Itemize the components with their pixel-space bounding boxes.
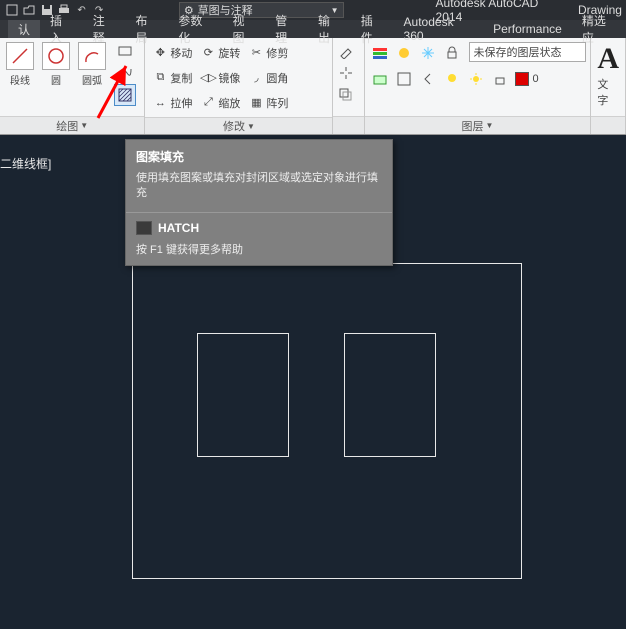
line-label: 段线	[10, 72, 30, 87]
tab-insert[interactable]: 插入	[40, 20, 83, 38]
circle-label: 圆	[51, 72, 61, 87]
explode-icon[interactable]	[335, 62, 357, 84]
tooltip-help: 按 F1 键获得更多帮助	[136, 241, 382, 257]
modify-panel: ✥移动 ⟳旋转 ✂修剪 ⧉复制 ◁▷镜像 ◞圆角 ↔拉伸 ⤢缩放 ▦阵列 修改▼	[145, 38, 333, 134]
trim-icon: ✂	[248, 45, 264, 61]
arc-label: 圆弧	[82, 72, 102, 87]
text-label: 文字	[597, 76, 619, 108]
stretch-icon: ↔	[152, 95, 168, 111]
move-icon: ✥	[152, 45, 168, 61]
erase-icon[interactable]	[335, 40, 357, 62]
fillet-icon: ◞	[248, 70, 264, 86]
spline-icon[interactable]	[114, 62, 136, 84]
tab-layout[interactable]: 布局	[126, 20, 169, 38]
scale-icon: ⤢	[200, 95, 216, 111]
inner-rectangle-left	[197, 333, 289, 457]
layer-lock-icon[interactable]	[441, 42, 463, 64]
outer-rectangle	[132, 263, 522, 579]
qat-undo-icon[interactable]: ↶	[74, 2, 89, 18]
copy-button[interactable]: ⧉复制	[149, 67, 195, 89]
qat-open-icon[interactable]	[21, 2, 36, 18]
array-button[interactable]: ▦阵列	[245, 92, 291, 114]
sun-icon[interactable]	[465, 68, 487, 90]
command-icon	[136, 221, 152, 235]
layer-state-dropdown[interactable]: 未保存的图层状态	[469, 42, 587, 62]
layer-properties-icon[interactable]	[369, 42, 391, 64]
tooltip-command: HATCH	[158, 221, 199, 235]
layer-color-swatch[interactable]	[515, 72, 529, 86]
trim-button[interactable]: ✂修剪	[245, 42, 291, 64]
layers-panel: 未保存的图层状态 0 图层▼	[365, 38, 592, 134]
qat-new-icon[interactable]	[4, 2, 19, 18]
draw-panel: 段线 圆 圆弧 绘图▼	[0, 38, 145, 134]
layer-off-icon[interactable]	[393, 42, 415, 64]
tab-manage[interactable]: 管理	[265, 20, 308, 38]
move-button[interactable]: ✥移动	[149, 42, 195, 64]
tab-featured[interactable]: 精选应	[572, 20, 626, 38]
rotate-button[interactable]: ⟳旋转	[197, 42, 243, 64]
hatch-button[interactable]	[114, 84, 136, 106]
layer-freeze-icon[interactable]	[417, 42, 439, 64]
layer-iso-icon[interactable]	[369, 68, 391, 90]
tab-performance[interactable]: Performance	[483, 20, 572, 38]
view-style-label: 二维线框]	[0, 155, 51, 172]
fillet-button[interactable]: ◞圆角	[245, 67, 291, 89]
tab-view[interactable]: 视图	[222, 20, 265, 38]
modify-right-strip	[333, 38, 364, 134]
hatch-tooltip: 图案填充 使用填充图案或填充对封闭区域或选定对象进行填充 HATCH 按 F1 …	[125, 139, 393, 266]
array-icon: ▦	[248, 95, 264, 111]
tab-a360[interactable]: Autodesk 360	[394, 20, 484, 38]
chevron-down-icon: ▼	[485, 121, 493, 130]
tooltip-description: 使用填充图案或填充对封闭区域或选定对象进行填充	[136, 171, 382, 202]
layer-zero-label: 0	[533, 73, 539, 85]
modify-panel-title[interactable]: 修改▼	[145, 117, 332, 134]
tab-annotate[interactable]: 注释	[83, 20, 126, 38]
ribbon: 段线 圆 圆弧 绘图▼	[0, 38, 626, 135]
tab-default[interactable]: 认	[8, 20, 40, 38]
line-button[interactable]: 段线	[2, 40, 38, 89]
stretch-button[interactable]: ↔拉伸	[149, 92, 195, 114]
draw-panel-title[interactable]: 绘图▼	[0, 116, 144, 134]
chevron-down-icon: ▼	[247, 122, 255, 131]
offset-icon[interactable]	[335, 84, 357, 106]
ribbon-tabs: 认 插入 注释 布局 参数化 视图 管理 输出 插件 Autodesk 360 …	[0, 20, 626, 38]
layers-panel-title[interactable]: 图层▼	[365, 116, 591, 134]
tab-addins[interactable]: 插件	[351, 20, 394, 38]
arc-button[interactable]: 圆弧	[74, 40, 110, 89]
layer-prev-icon[interactable]	[417, 68, 439, 90]
lock-small-icon[interactable]	[489, 68, 511, 90]
rotate-icon: ⟳	[200, 45, 216, 61]
tab-output[interactable]: 输出	[308, 20, 351, 38]
layer-state-label: 未保存的图层状态	[474, 44, 562, 60]
layer-match-icon[interactable]	[393, 68, 415, 90]
bulb-icon[interactable]	[441, 68, 463, 90]
mirror-button[interactable]: ◁▷镜像	[197, 67, 243, 89]
rect-icon[interactable]	[114, 40, 136, 62]
text-button[interactable]: A 文字	[593, 40, 623, 114]
tab-parametric[interactable]: 参数化	[168, 20, 222, 38]
chevron-down-icon: ▼	[80, 121, 88, 130]
copy-icon: ⧉	[152, 70, 168, 86]
mirror-icon: ◁▷	[200, 70, 216, 86]
inner-rectangle-right	[344, 333, 436, 457]
scale-button[interactable]: ⤢缩放	[197, 92, 243, 114]
annotation-panel: A 文字	[591, 38, 626, 134]
circle-button[interactable]: 圆	[38, 40, 74, 89]
tooltip-title: 图案填充	[136, 148, 382, 165]
text-a-icon: A	[597, 44, 619, 74]
